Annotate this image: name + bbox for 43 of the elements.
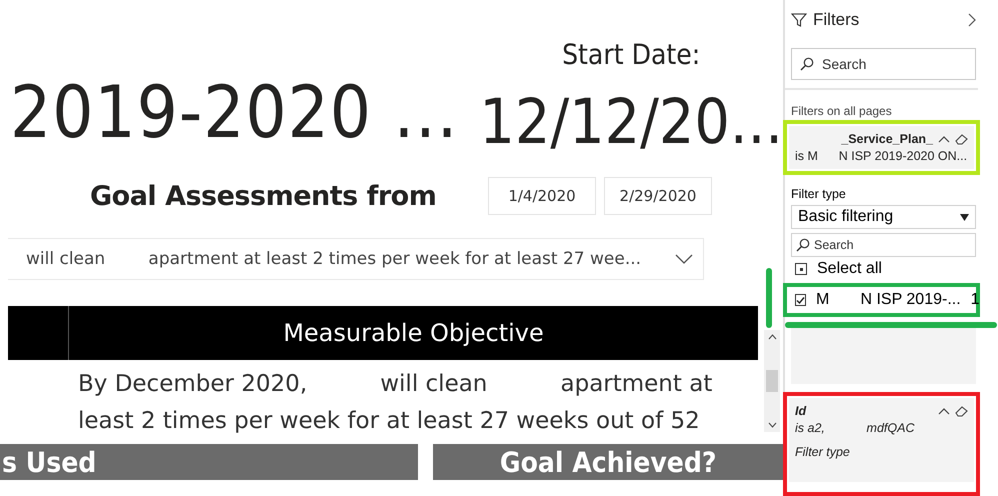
- scroll-thumb[interactable]: [766, 370, 778, 392]
- search-input[interactable]: Search: [814, 238, 914, 252]
- plan-title: 2019-2020 ...: [9, 69, 460, 156]
- collapse-icon[interactable]: [938, 135, 950, 143]
- filter-title: Id: [795, 404, 808, 418]
- checkbox[interactable]: [795, 294, 806, 306]
- eraser-icon[interactable]: [955, 405, 968, 417]
- chevron-icon: [675, 254, 693, 264]
- search-input[interactable]: Search: [822, 56, 922, 72]
- filter-icon: [791, 12, 807, 28]
- filter-summary: is a2, mdfQAC: [795, 421, 916, 435]
- range-label: Goal Assessments from: [90, 180, 438, 212]
- goal-dropdown[interactable]: will clean apartment at least 2 times per week for at least 27 wee...: [8, 238, 704, 280]
- filter-search-field[interactable]: Search: [791, 233, 976, 257]
- checkbox[interactable]: [795, 263, 807, 275]
- filter-title: _Service_Plan_: [840, 132, 933, 146]
- pane-title: Filters: [813, 10, 860, 30]
- search-icon: [796, 238, 810, 252]
- scrollbar[interactable]: [764, 330, 780, 432]
- filter-type-dropdown[interactable]: Basic filtering: [791, 205, 976, 229]
- start-date-value: 12/12/20...: [479, 85, 783, 158]
- search-icon: [800, 57, 814, 71]
- collapse-icon[interactable]: [938, 407, 950, 415]
- dropdown-arrow-icon: [960, 214, 969, 220]
- eraser-icon[interactable]: [955, 133, 968, 145]
- filter-type-label: Filter type: [791, 187, 847, 201]
- date-field[interactable]: 2/29/2020: [604, 177, 712, 215]
- scroll-down-icon[interactable]: [768, 422, 776, 428]
- expand-icon[interactable]: [968, 13, 976, 27]
- search-field[interactable]: Search: [791, 48, 976, 80]
- scroll-up-icon[interactable]: [768, 334, 776, 340]
- column-header: Measurable Objective: [282, 318, 545, 349]
- section-header: Goal Achieved?: [433, 444, 783, 480]
- filter-summary: is M N ISP 2019-2020 ON...: [795, 149, 968, 163]
- option-label[interactable]: Select all: [817, 260, 882, 278]
- highlight-mark: [766, 268, 772, 328]
- table-cell-text: By December 2020, will clean apartment at least 2 times per week for at least 27 weeks out of 52: [77, 370, 714, 436]
- date-field[interactable]: 1/4/2020: [488, 177, 596, 215]
- section-header: s Used: [0, 444, 418, 480]
- start-date-label: Start Date:: [562, 38, 700, 71]
- filter-type-label: Filter type: [795, 445, 851, 459]
- section-label: Filters on all pages: [791, 104, 893, 118]
- option-label[interactable]: M N ISP 2019-...: [816, 291, 961, 309]
